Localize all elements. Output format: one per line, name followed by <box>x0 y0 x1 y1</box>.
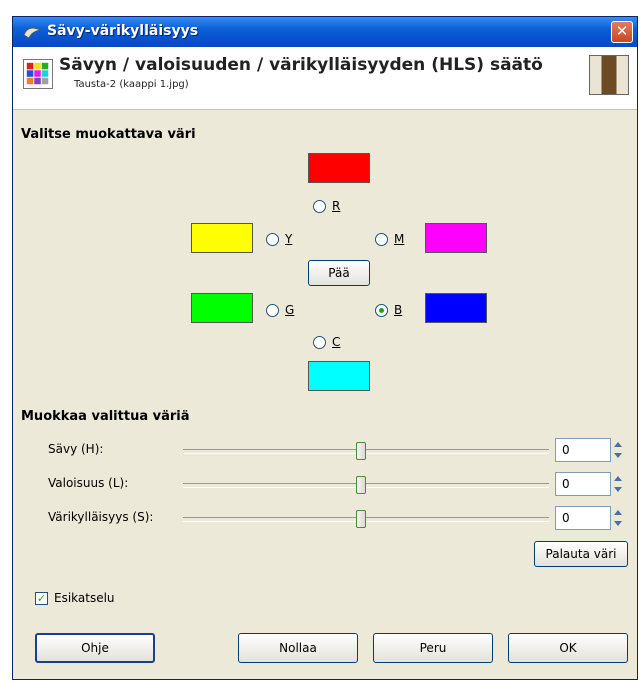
edit-color-label: Muokkaa valittua väriä <box>21 409 190 424</box>
radio-cyan[interactable]: C <box>313 333 340 351</box>
radio-yellow[interactable]: Y <box>266 230 292 248</box>
hue-slider-track[interactable] <box>183 449 549 454</box>
radio-yellow-label: Y <box>285 232 293 246</box>
radio-green[interactable]: G <box>266 301 294 319</box>
radio-green-button[interactable] <box>266 303 279 317</box>
hue-label: Sävy (H): <box>48 442 104 456</box>
radio-red-button[interactable] <box>313 199 326 213</box>
preview-label: Esikatselu <box>54 591 115 605</box>
saturation-slider-track[interactable] <box>183 517 549 522</box>
saturation-spin-arrows-icon[interactable] <box>612 506 624 530</box>
lightness-slider-track[interactable] <box>183 483 549 488</box>
radio-magenta[interactable]: M <box>375 230 404 248</box>
lightness-slider-handle[interactable] <box>356 476 366 494</box>
select-color-label: Valitse muokattava väri <box>21 127 196 142</box>
layer-name: Tausta-2 (kaappi 1.jpg) <box>74 79 189 90</box>
dialog-window: Sävy-värikylläisyys ✕ Sävyn / valoisuude… <box>12 16 638 680</box>
saturation-slider-handle[interactable] <box>356 510 366 528</box>
cancel-button[interactable]: Peru <box>373 633 493 663</box>
master-button[interactable]: Pää <box>308 260 370 286</box>
radio-cyan-button[interactable] <box>313 335 326 349</box>
swatch-cyan[interactable] <box>308 361 370 391</box>
dialog-heading: Sävyn / valoisuuden / värikylläisyyden (… <box>59 55 543 75</box>
close-button[interactable]: ✕ <box>611 21 633 43</box>
swatch-magenta[interactable] <box>425 223 487 253</box>
hue-spin-arrows-icon[interactable] <box>612 438 624 462</box>
radio-red-label: R <box>332 199 341 213</box>
radio-red[interactable]: R <box>313 197 340 215</box>
swatch-green[interactable] <box>191 293 253 323</box>
preview-checkbox[interactable]: ✓ <box>35 592 48 605</box>
radio-yellow-button[interactable] <box>266 232 279 246</box>
dialog-header: Sävyn / valoisuuden / värikylläisyyden (… <box>13 47 637 110</box>
swatch-yellow[interactable] <box>191 223 253 253</box>
help-button[interactable]: Ohje <box>35 633 155 663</box>
swatch-red[interactable] <box>308 153 370 183</box>
hue-saturation-icon <box>23 59 53 89</box>
hue-slider-handle[interactable] <box>356 442 366 460</box>
ok-button[interactable]: OK <box>508 633 628 663</box>
window-title: Sävy-värikylläisyys <box>47 23 199 39</box>
reset-color-button[interactable]: Palauta väri <box>534 541 628 567</box>
hue-value-input[interactable]: 0 <box>555 438 611 462</box>
gimp-icon <box>23 27 41 39</box>
title-bar[interactable]: Sävy-värikylläisyys ✕ <box>13 17 637 47</box>
radio-blue-button[interactable] <box>375 303 388 317</box>
image-thumbnail <box>589 55 629 95</box>
radio-magenta-label: M <box>394 232 405 246</box>
lightness-label: Valoisuus (L): <box>48 476 129 490</box>
lightness-value-input[interactable]: 0 <box>555 472 611 496</box>
radio-green-label: G <box>285 303 295 317</box>
swatch-blue[interactable] <box>425 293 487 323</box>
lightness-spin-arrows-icon[interactable] <box>612 472 624 496</box>
radio-cyan-label: C <box>332 335 341 349</box>
saturation-label: Värikylläisyys (S): <box>48 510 154 524</box>
radio-magenta-button[interactable] <box>375 232 388 246</box>
saturation-value-input[interactable]: 0 <box>555 506 611 530</box>
radio-blue[interactable]: B <box>375 301 402 319</box>
reset-button[interactable]: Nollaa <box>238 633 358 663</box>
radio-blue-label: B <box>394 303 403 317</box>
